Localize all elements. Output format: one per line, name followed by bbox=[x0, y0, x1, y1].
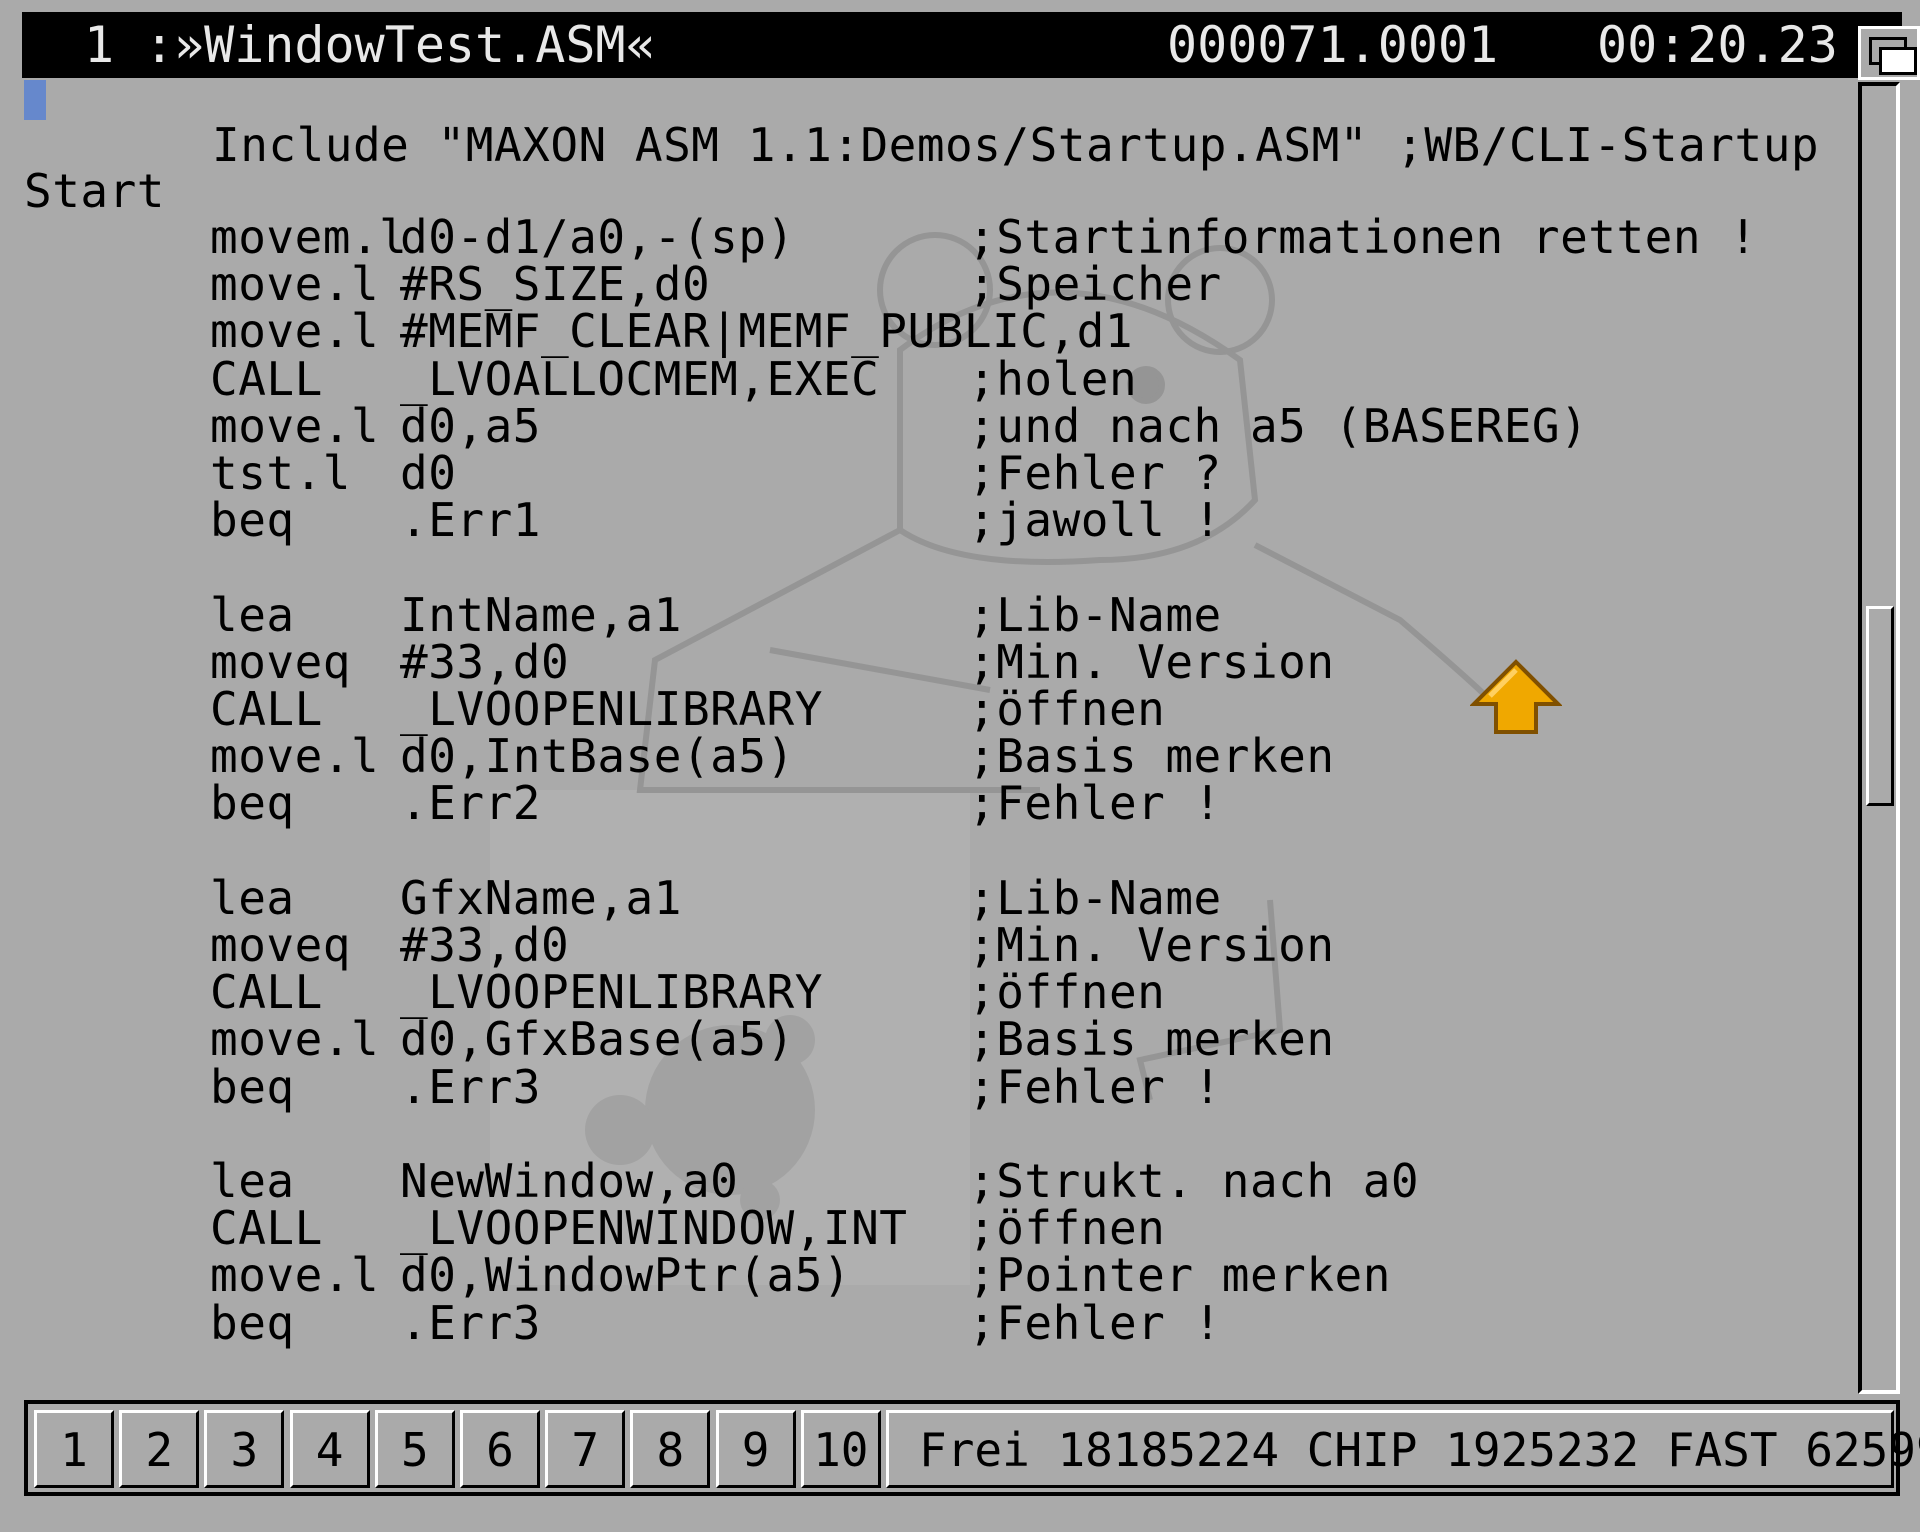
code-op[interactable]: move.l bbox=[210, 308, 379, 354]
code-op[interactable]: beq bbox=[210, 1064, 295, 1110]
buffer-tab-button[interactable]: 6 bbox=[460, 1410, 540, 1488]
buffer-tab-button[interactable]: 4 bbox=[289, 1410, 370, 1488]
code-arg[interactable]: .Err1 bbox=[400, 497, 541, 543]
arrow-pointer-icon bbox=[1470, 659, 1562, 734]
code-arg[interactable]: GfxName,a1 bbox=[400, 875, 682, 921]
code-comment[interactable]: ;Lib-Name bbox=[968, 592, 1222, 638]
buffer-tab-button[interactable]: 1 bbox=[34, 1410, 114, 1488]
code-arg[interactable]: NewWindow,a0 bbox=[400, 1158, 738, 1204]
code-comment[interactable]: ;Fehler ? bbox=[968, 450, 1222, 496]
code-op[interactable]: move.l bbox=[210, 1252, 379, 1298]
code-comment[interactable]: ;öffnen bbox=[968, 969, 1165, 1015]
code-comment[interactable]: ;und nach a5 (BASEREG) bbox=[968, 403, 1588, 449]
code-op[interactable]: lea bbox=[210, 592, 295, 638]
buffer-tab-button[interactable]: 3 bbox=[204, 1410, 285, 1488]
code-comment[interactable]: ;öffnen bbox=[968, 1205, 1165, 1251]
title-bar[interactable]: 1 : »WindowTest.ASM« 000071.0001 00:20.2… bbox=[22, 12, 1920, 80]
code-arg[interactable]: .Err3 bbox=[400, 1300, 541, 1346]
code-comment[interactable]: ;Strukt. nach a0 bbox=[968, 1158, 1419, 1204]
buffer-tab-button[interactable]: 8 bbox=[630, 1410, 711, 1488]
code-op[interactable]: move.l bbox=[210, 261, 379, 307]
code-arg[interactable]: d0,IntBase(a5) bbox=[400, 733, 795, 779]
code-arg[interactable]: .Err3 bbox=[400, 1064, 541, 1110]
code-arg[interactable]: _LVOOPENLIBRARY bbox=[400, 969, 823, 1015]
buffer-tab-button[interactable]: 2 bbox=[119, 1410, 200, 1488]
code-comment[interactable]: ;Fehler ! bbox=[968, 1300, 1222, 1346]
cursor-position: 000071.0001 bbox=[1167, 16, 1499, 74]
code-arg[interactable]: #33,d0 bbox=[400, 922, 569, 968]
code-op[interactable]: moveq bbox=[210, 639, 351, 685]
code-comment[interactable]: ;Basis merken bbox=[968, 1016, 1335, 1062]
start-label[interactable]: Start bbox=[24, 168, 165, 214]
text-cursor bbox=[24, 80, 46, 120]
scrollbar-thumb[interactable] bbox=[1866, 606, 1894, 806]
code-comment[interactable]: ;Pointer merken bbox=[968, 1252, 1391, 1298]
code-comment[interactable]: ;Fehler ! bbox=[968, 780, 1222, 826]
code-arg[interactable]: IntName,a1 bbox=[400, 592, 682, 638]
depth-gadget-icon[interactable] bbox=[1858, 26, 1920, 80]
buffer-tab-button[interactable]: 7 bbox=[545, 1410, 626, 1488]
window-number: 1 : bbox=[84, 16, 175, 74]
code-arg[interactable]: #MEMF_CLEAR|MEMF_PUBLIC,d1 bbox=[400, 308, 1133, 354]
code-op[interactable]: moveq bbox=[210, 922, 351, 968]
code-arg[interactable]: d0,a5 bbox=[400, 403, 541, 449]
status-bar: 1 2 3 4 5 6 7 8 9 10 Frei 18185224 CHIP 1925232 F… bbox=[24, 1400, 1920, 1496]
buffer-tab-button[interactable]: 9 bbox=[715, 1410, 796, 1488]
code-op[interactable]: movem.l bbox=[210, 214, 407, 260]
code-comment[interactable]: ;holen bbox=[968, 356, 1137, 402]
code-op[interactable]: move.l bbox=[210, 403, 379, 449]
code-op[interactable]: move.l bbox=[210, 733, 379, 779]
code-op[interactable]: CALL bbox=[210, 686, 323, 732]
code-comment[interactable]: ;Fehler ! bbox=[968, 1064, 1222, 1110]
code-arg[interactable]: d0,GfxBase(a5) bbox=[400, 1016, 795, 1062]
code-op[interactable]: tst.l bbox=[210, 450, 351, 496]
code-comment[interactable]: ;jawoll ! bbox=[968, 497, 1222, 543]
clock: 00:20.23 bbox=[1597, 16, 1838, 74]
code-arg[interactable]: _LVOOPENLIBRARY bbox=[400, 686, 823, 732]
code-comment[interactable]: ;Startinformationen retten ! bbox=[968, 214, 1757, 260]
code-comment[interactable]: ;öffnen bbox=[968, 686, 1165, 732]
code-op[interactable]: CALL bbox=[210, 1205, 323, 1251]
code-arg[interactable]: _LVOALLOCMEM,EXEC bbox=[400, 356, 879, 402]
code-op[interactable]: CALL bbox=[210, 356, 323, 402]
code-comment[interactable]: ;Min. Version bbox=[968, 922, 1335, 968]
code-comment[interactable]: ;Lib-Name bbox=[968, 875, 1222, 921]
buffer-tab-button[interactable]: 5 bbox=[374, 1410, 455, 1488]
buffer-tab-button[interactable]: 10 bbox=[800, 1410, 881, 1488]
vertical-scrollbar[interactable] bbox=[1858, 82, 1900, 1394]
memory-info: Frei 18185224 CHIP 1925232 FAST 6259992 bbox=[886, 1410, 1920, 1488]
code-op[interactable]: lea bbox=[210, 1158, 295, 1204]
code-op[interactable]: move.l bbox=[210, 1016, 379, 1062]
code-arg[interactable]: d0-d1/a0,-(sp) bbox=[400, 214, 795, 260]
code-op[interactable]: lea bbox=[210, 875, 295, 921]
window-title: »WindowTest.ASM« bbox=[174, 16, 656, 74]
code-op[interactable]: beq bbox=[210, 497, 295, 543]
code-op[interactable]: beq bbox=[210, 780, 295, 826]
code-arg[interactable]: d0,WindowPtr(a5) bbox=[400, 1252, 851, 1298]
code-comment[interactable]: ;Speicher bbox=[968, 261, 1222, 307]
code-arg[interactable]: d0 bbox=[400, 450, 456, 496]
code-comment[interactable]: ;Basis merken bbox=[968, 733, 1335, 779]
code-arg[interactable]: #33,d0 bbox=[400, 639, 569, 685]
code-arg[interactable]: _LVOOPENWINDOW,INT bbox=[400, 1205, 908, 1251]
code-arg[interactable]: #RS_SIZE,d0 bbox=[400, 261, 710, 307]
code-arg[interactable]: .Err2 bbox=[400, 780, 541, 826]
include-line[interactable]: Include "MAXON ASM 1.1:Demos/Startup.ASM… bbox=[212, 122, 1819, 168]
code-op[interactable]: CALL bbox=[210, 969, 323, 1015]
code-comment[interactable]: ;Min. Version bbox=[968, 639, 1335, 685]
code-op[interactable]: beq bbox=[210, 1300, 295, 1346]
